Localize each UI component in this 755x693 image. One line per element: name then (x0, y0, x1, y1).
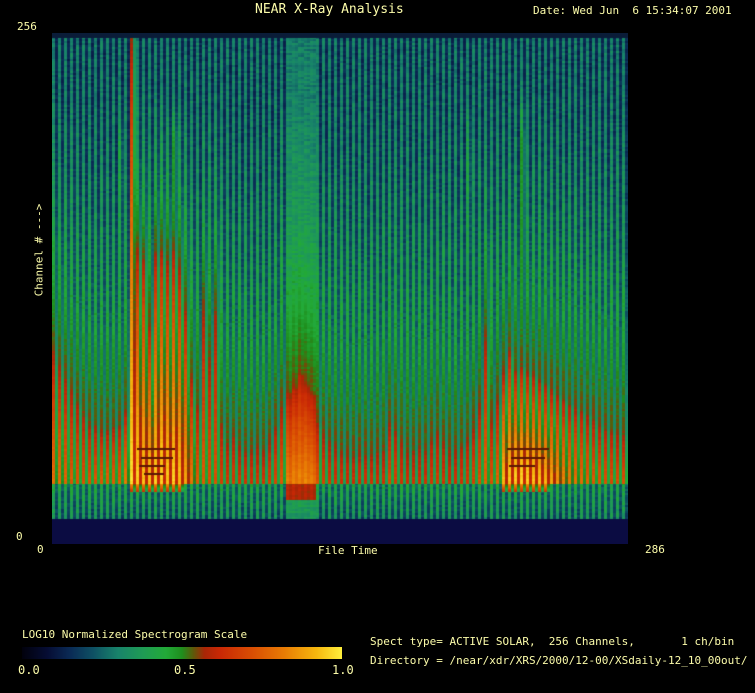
spectrogram-canvas (52, 33, 628, 544)
app-window: { "window": {"background": "#000000"}, "… (0, 0, 755, 693)
legend-title: LOG10 Normalized Spectrogram Scale (22, 629, 247, 640)
app-title: NEAR X-Ray Analysis (255, 3, 404, 16)
date-label: Date: Wed Jun 6 15:34:07 2001 (533, 5, 732, 16)
colorbar-tick-high: 1.0 (332, 664, 354, 676)
x-axis-min-label: 0 (37, 544, 44, 555)
y-axis-min-label: 0 (16, 531, 23, 542)
spect-type-label: Spect type= ACTIVE SOLAR, 256 Channels, … (370, 636, 734, 647)
x-axis-label: File Time (318, 545, 378, 556)
colorbar (22, 647, 342, 659)
colorbar-tick-low: 0.0 (18, 664, 40, 676)
colorbar-tick-mid: 0.5 (174, 664, 196, 676)
y-axis-label: Channel # ---> (33, 204, 46, 297)
x-axis-max-label: 286 (645, 544, 665, 555)
directory-label: Directory = /near/xdr/XRS/2000/12-00/XSd… (370, 655, 748, 666)
y-axis-max-label: 256 (17, 21, 37, 32)
